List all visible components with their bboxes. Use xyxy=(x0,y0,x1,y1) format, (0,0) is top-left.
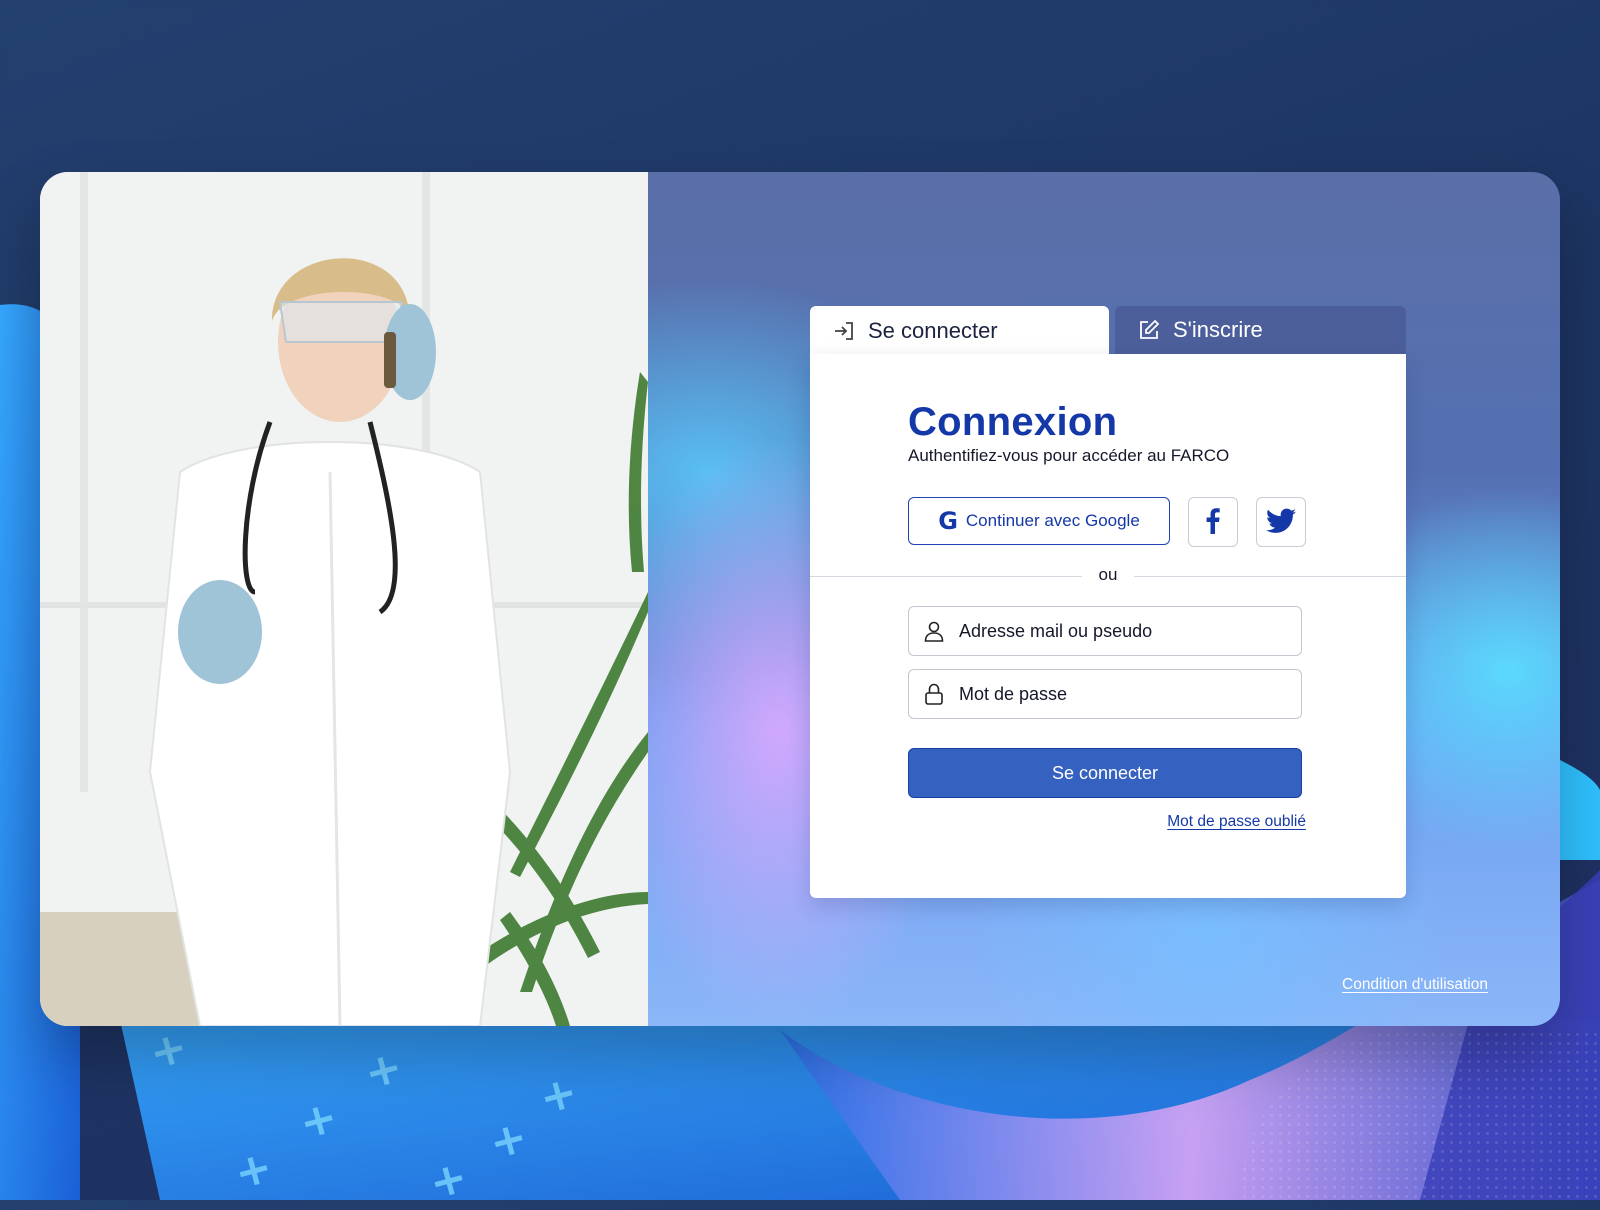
facebook-login-button[interactable] xyxy=(1188,497,1238,547)
google-icon: G xyxy=(938,507,958,535)
tab-login[interactable]: Se connecter xyxy=(810,306,1109,356)
terms-link[interactable]: Condition d'utilisation xyxy=(1342,976,1488,994)
doctor-illustration xyxy=(40,172,648,1026)
email-input[interactable] xyxy=(957,619,1301,643)
password-input[interactable] xyxy=(957,682,1301,706)
google-login-label: Continuer avec Google xyxy=(965,511,1140,530)
user-icon xyxy=(923,620,945,642)
twitter-icon xyxy=(1266,508,1296,537)
page-subtitle: Authentifiez-vous pour accéder au FARCO xyxy=(908,446,1230,465)
tab-register[interactable]: S'inscrire xyxy=(1115,306,1406,354)
sign-in-icon xyxy=(832,319,856,343)
tab-login-label: Se connecter xyxy=(868,318,998,343)
facebook-icon xyxy=(1206,507,1220,537)
doctor-photo xyxy=(40,172,648,1026)
email-field xyxy=(908,606,1302,656)
edit-icon xyxy=(1137,318,1161,342)
forgot-password-link[interactable]: Mot de passe oublié xyxy=(1167,813,1306,831)
page-title: Connexion xyxy=(908,400,1118,444)
tab-register-label: S'inscrire xyxy=(1173,317,1263,342)
auth-tabs: Se connecter S'inscrire xyxy=(810,306,1406,356)
login-form: Connexion Authentifiez-vous pour accéder… xyxy=(810,354,1406,898)
divider-label: ou xyxy=(1082,565,1134,585)
google-login-button[interactable]: G Continuer avec Google xyxy=(908,497,1170,545)
login-submit-button[interactable]: Se connecter xyxy=(908,748,1302,798)
lock-icon xyxy=(923,683,945,705)
password-field xyxy=(908,669,1302,719)
twitter-login-button[interactable] xyxy=(1256,497,1306,547)
